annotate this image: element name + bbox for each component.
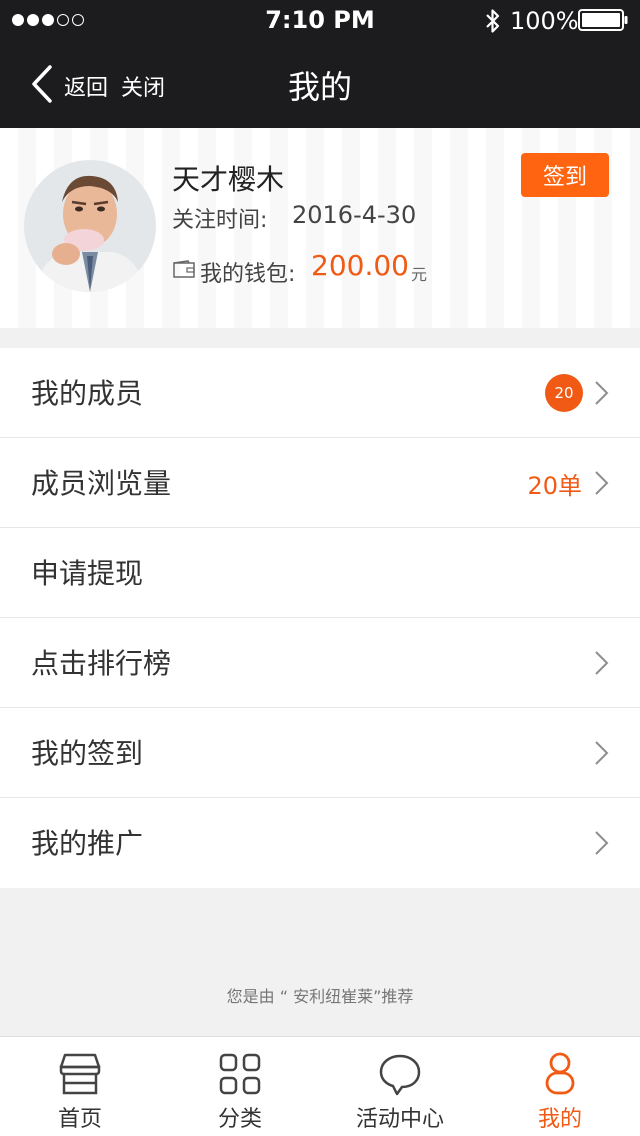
store-icon [59, 1053, 101, 1095]
menu-item-my-checkins[interactable]: 我的签到 [0, 708, 640, 798]
status-bar: 7:10 PM 100% [0, 0, 640, 40]
tab-label: 我的 [537, 1107, 582, 1132]
tab-activity-center[interactable]: 活动中心 [320, 1037, 480, 1136]
member-count-badge: 20 [545, 374, 583, 412]
tab-label: 分类 [217, 1107, 262, 1132]
close-button[interactable]: 关闭 [121, 70, 165, 102]
chat-bubble-icon [379, 1054, 421, 1096]
menu-item-click-ranking[interactable]: 点击排行榜 [0, 618, 640, 708]
chevron-right-icon [595, 831, 609, 855]
back-chevron-icon[interactable] [28, 64, 56, 104]
menu-item-label: 申请提现 [31, 557, 144, 590]
avatar[interactable] [24, 160, 156, 292]
chevron-right-icon [595, 381, 609, 405]
user-name: 天才樱木 [172, 163, 285, 196]
menu-item-label: 点击排行榜 [31, 647, 172, 680]
follow-date: 2016-4-30 [292, 201, 417, 229]
wallet-unit: 元 [411, 265, 428, 284]
chevron-right-icon [595, 741, 609, 765]
wallet-icon [173, 260, 195, 278]
grid-icon [219, 1053, 261, 1095]
member-views-value: 20单 [527, 472, 582, 500]
profile-card: 天才樱木 关注时间: 2016-4-30 我的钱包: 200.00 元 签到 [0, 128, 640, 328]
menu-item-label: 成员浏览量 [31, 467, 172, 500]
chevron-right-icon [595, 471, 609, 495]
wallet-label: 我的钱包: [200, 262, 296, 287]
person-icon [545, 1052, 575, 1095]
menu-item-label: 我的推广 [31, 827, 144, 860]
tab-mine[interactable]: 我的 [480, 1037, 640, 1136]
tab-home[interactable]: 首页 [0, 1037, 160, 1136]
wallet-amount: 200.00 [311, 249, 409, 282]
menu-list: 我的成员 20 成员浏览量 20单 申请提现 点击排行榜 我的签到 我的推广 [0, 348, 640, 888]
chevron-right-icon [595, 651, 609, 675]
checkin-button[interactable]: 签到 [521, 153, 609, 197]
avatar-image [24, 160, 156, 292]
tab-label: 活动中心 [355, 1107, 444, 1132]
battery-icon [578, 9, 628, 31]
battery-percentage: 100% [510, 7, 579, 35]
menu-item-my-promotion[interactable]: 我的推广 [0, 798, 640, 888]
referral-note: 您是由 “ 安利纽崔莱”推荐 [226, 987, 414, 1006]
menu-item-label: 我的签到 [31, 737, 144, 770]
menu-item-label: 我的成员 [31, 377, 144, 410]
follow-time-label: 关注时间: [172, 208, 268, 233]
tab-label: 首页 [57, 1107, 102, 1132]
tab-category[interactable]: 分类 [160, 1037, 320, 1136]
menu-item-member-views[interactable]: 成员浏览量 20单 [0, 438, 640, 528]
menu-item-withdraw[interactable]: 申请提现 [0, 528, 640, 618]
back-button[interactable]: 返回 [64, 70, 108, 102]
menu-item-my-members[interactable]: 我的成员 20 [0, 348, 640, 438]
tab-bar: 首页 分类 活动中心 我的 [0, 1036, 640, 1136]
bluetooth-icon [486, 9, 500, 33]
navigation-bar: 返回 关闭 我的 [0, 40, 640, 128]
top-bar: 7:10 PM 100% 返回 关闭 我的 [0, 0, 640, 128]
